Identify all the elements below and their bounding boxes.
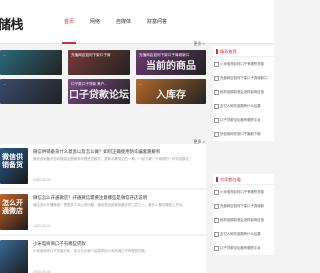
- article-date: 2020-03-03: [33, 178, 51, 182]
- featured-tile[interactable]: 口子类口子贷款 黑户... 口子贷款论坛: [68, 79, 130, 104]
- featured-tile-heading: 当前的商品: [146, 61, 196, 72]
- article-thumbnail-text: 怎么开通微店: [2, 200, 23, 215]
- site-logo[interactable]: 储栈: [0, 14, 24, 33]
- featured-tile[interactable]: 充值网店如何下架口子商城新口 当前的商品: [136, 50, 206, 75]
- popular-item[interactable]: 充值网店如何下架口子商城新: [213, 199, 274, 213]
- featured-grid: ... 充值网店如何下架口子商 充值网店如何下架口子商城新口 当前的商品 ...…: [0, 46, 206, 136]
- article-thumbnail[interactable]: 微信供销备货: [0, 148, 28, 184]
- featured-tile-heading: 口子贷款论坛: [69, 90, 129, 101]
- page: 储栈 首页 网络 自媒体 财富问答 更多 > ... 充值网店如何下架口子商 充…: [0, 0, 274, 273]
- popular-item[interactable]: 网贷逾期到底会怎样影响征信: [213, 213, 274, 227]
- popular-item[interactable]: 支付人网贷逾期有什么后果: [213, 227, 274, 241]
- featured-tile[interactable]: ...: [0, 79, 62, 104]
- main-nav: 首页 网络 自媒体 财富问答: [56, 0, 175, 44]
- recommend-item[interactable]: 网贷逾期到底会怎样影响征信: [213, 85, 274, 99]
- article-thumbnail-text: 微信供销备货: [2, 154, 23, 169]
- nav-item-qa[interactable]: 财富问答: [139, 0, 175, 44]
- recommend-item[interactable]: 好信用网贷到口子最新下款: [213, 127, 274, 141]
- article-item[interactable]: 怎么开通微店 微信怎么开通微店？开通微信需要注意哪些是微信开店说明 微店怎么开通…: [0, 190, 206, 234]
- nav-item-network[interactable]: 网络: [82, 0, 108, 44]
- popular-panel-title: 大家都在看: [213, 174, 274, 185]
- recommend-item[interactable]: 小米电商如何口子有哪些贷款: [213, 57, 274, 71]
- featured-tile-heading: 入库存: [156, 90, 186, 101]
- featured-tile-caption: ...: [3, 82, 6, 86]
- popular-item[interactable]: 口子贷款论坛都有哪些平台: [213, 241, 274, 255]
- article-title[interactable]: 小米电商商口子有哪些贷款: [33, 241, 203, 247]
- article-item[interactable]: 小米电商商口子有哪些贷款 小米电商商口子贷款分析，本文为大家介绍具体的小米商城口…: [0, 236, 206, 273]
- article-thumbnail[interactable]: 怎么开通微店: [0, 194, 28, 230]
- article-thumbnail[interactable]: [0, 240, 28, 273]
- recommend-panel: 精彩推荐 小米电商如何口子有哪些贷款 充值网店如何下架口子商城新口 网贷逾期到底…: [213, 46, 274, 141]
- site-header: 储栈 首页 网络 自媒体 财富问答: [0, 0, 274, 44]
- nav-item-home[interactable]: 首页: [56, 0, 82, 44]
- article-title[interactable]: 微信怎么开通微店？开通微信需要注意哪些是微信开店说明: [33, 195, 203, 201]
- featured-tile[interactable]: ... 入库存: [136, 79, 206, 104]
- article-summary: 微店怎么开通微信？是很多人关心的问题，微信是目前使用最多的工具之一，更多人都在微…: [33, 203, 186, 207]
- article-date: 2020-03-03: [33, 224, 51, 228]
- featured-tile-caption: ...: [3, 53, 6, 57]
- article-summary: 小米电商商口子贷款分析，本文为大家介绍具体的小米商城口子有哪些贷款。: [33, 249, 149, 253]
- recommend-item[interactable]: 口子贷款论坛都有哪些平台: [213, 113, 274, 127]
- nav-item-media[interactable]: 自媒体: [108, 0, 139, 44]
- featured-tile[interactable]: 充值网店如何下架口子商: [68, 50, 130, 75]
- recommend-panel-title: 精彩推荐: [213, 46, 274, 57]
- featured-tile[interactable]: ...: [0, 50, 62, 75]
- recommend-item[interactable]: 充值网店如何下架口子商城新口: [213, 71, 274, 85]
- recommend-item[interactable]: 支付人网贷逾期有什么后果: [213, 99, 274, 113]
- article-item[interactable]: 微信供销备货 微信供销备货什么意思以及怎么做？如何正确使用防诈骗套路解析 微信供…: [0, 144, 206, 188]
- popular-panel: 大家都在看 小米电商如何口子有哪些贷款 充值网店如何下架口子商城新 网贷逾期到底…: [213, 174, 274, 255]
- article-summary: 微信供销备货也叫做朋友圈微商代理进货模式，是新手最常见的一种，一起了解一下微商的…: [33, 157, 193, 161]
- article-title[interactable]: 微信供销备货什么意思以及怎么做？如何正确使用防诈骗套路解析: [33, 149, 203, 155]
- popular-item[interactable]: 小米电商如何口子有哪些贷款: [213, 185, 274, 199]
- featured-tile-caption: 充值网店如何下架口子商: [71, 53, 111, 57]
